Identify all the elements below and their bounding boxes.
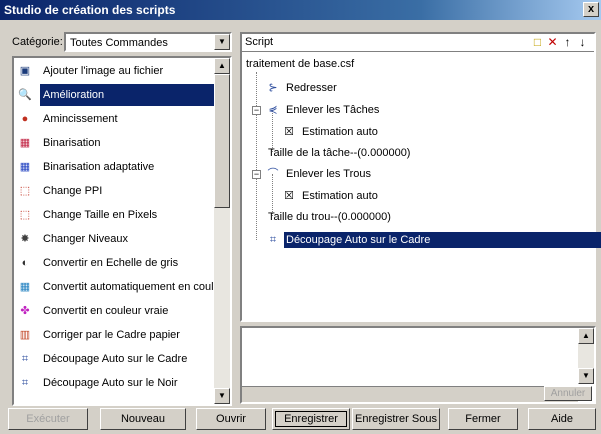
scroll-thumb[interactable] [214, 74, 230, 208]
window-title: Studio de création des scripts [4, 3, 176, 17]
command-item-label: Découpage Auto sur le Noir [43, 377, 178, 389]
command-item-label: Convertit automatiquement en couleur [43, 281, 230, 293]
grayscale-icon: ◐ [21, 257, 29, 269]
person-icon: ● [21, 113, 29, 125]
delete-icon[interactable]: ✕ [545, 35, 560, 49]
auto-crop-frame-icon: ⌗ [21, 353, 29, 365]
close-button[interactable]: Fermer [448, 408, 518, 430]
script-root-label: traitement de base.csf [246, 58, 355, 70]
close-icon[interactable]: x [583, 2, 599, 17]
script-header-label: Script [245, 36, 274, 48]
help-button[interactable]: Aide [528, 408, 596, 430]
resize-icon: ⬚ [19, 209, 31, 221]
hole-remove-icon: ⌒ [267, 168, 279, 180]
script-node-label: Redresser [286, 82, 337, 94]
command-item-label: Ajouter l'image au fichier [43, 65, 164, 77]
deskew-icon: ⊱ [268, 82, 278, 94]
command-item-label: Convertit en couleur vraie [43, 305, 169, 317]
despeckle-icon: ⋞ [268, 104, 278, 116]
auto-color-icon: ▦ [19, 281, 31, 293]
command-item-label: Convertir en Echelle de gris [43, 257, 179, 269]
checkbox-checked-icon: ☒ [284, 190, 294, 202]
binarize-icon: ▦ [19, 137, 31, 149]
add-image-icon: ▣ [19, 65, 31, 77]
description-hscrollbar[interactable] [242, 386, 578, 402]
command-item-label: Binarisation adaptative [43, 161, 155, 173]
command-item-label: Amincissement [43, 113, 118, 125]
save-button[interactable]: Enregistrer [272, 408, 350, 430]
auto-crop-black-icon: ⌗ [21, 377, 29, 389]
open-button[interactable]: Ouvrir [196, 408, 266, 430]
script-node-label: Estimation auto [302, 190, 378, 202]
levels-icon: ✸ [20, 233, 30, 245]
script-node-label: Enlever les Trous [286, 168, 371, 180]
collapse-icon[interactable]: − [252, 170, 261, 179]
command-item-label: Découpage Auto sur le Cadre [43, 353, 188, 365]
scroll-down-icon[interactable]: ▼ [214, 388, 230, 404]
auto-crop-frame-icon: ⌗ [269, 234, 277, 246]
script-node-label: Estimation auto [302, 126, 378, 138]
command-list-scrollbar[interactable]: ▲ ▼ [214, 58, 230, 404]
description-scrollbar[interactable]: ▲ ▼ [578, 328, 594, 384]
command-list[interactable]: ▣ Ajouter l'image au fichier 🔍 Amélioration… [12, 56, 232, 406]
frame-correct-icon: ▥ [19, 329, 31, 341]
move-up-icon[interactable]: ↑ [560, 35, 575, 49]
checkbox-checked-icon: ☒ [284, 126, 294, 138]
description-panel: ▲ ▼ Annuler [240, 326, 596, 404]
script-node-label: Découpage Auto sur le Cadre [284, 232, 601, 248]
command-item-label: Changer Niveaux [43, 233, 128, 245]
script-node-label: Taille du trou--(0.000000) [268, 211, 391, 223]
adaptive-binarize-icon: ▦ [19, 161, 31, 173]
category-label: Catégorie: [12, 36, 63, 48]
window-titlebar: Studio de création des scripts x [0, 0, 601, 20]
script-node-label: Enlever les Tâches [286, 104, 380, 116]
magnifier-icon: 🔍 [18, 89, 32, 101]
scroll-up-icon[interactable]: ▲ [578, 328, 594, 344]
tree-connector [256, 72, 257, 240]
script-node-label: Taille de la tâche--(0.000000) [268, 147, 411, 159]
command-item-label: Change PPI [43, 185, 103, 197]
chevron-down-icon[interactable]: ▼ [214, 34, 230, 50]
collapse-icon[interactable]: − [252, 106, 261, 115]
category-value: Toutes Commandes [70, 37, 168, 49]
script-header: Script □ ✕ ↑ ↓ [242, 34, 594, 52]
true-color-icon: ✤ [20, 305, 30, 317]
new-icon[interactable]: □ [530, 35, 545, 49]
save-as-button[interactable]: Enregistrer Sous [352, 408, 440, 430]
cancel-button[interactable]: Annuler [544, 386, 592, 401]
scroll-up-icon[interactable]: ▲ [214, 58, 230, 74]
command-item-label: Corriger par le Cadre papier [43, 329, 180, 341]
category-select[interactable]: Toutes Commandes ▼ [64, 32, 232, 52]
command-item-label: Change Taille en Pixels [43, 209, 158, 221]
scroll-down-icon[interactable]: ▼ [578, 368, 594, 384]
ppi-icon: ⬚ [19, 185, 31, 197]
new-button[interactable]: Nouveau [100, 408, 186, 430]
command-item-label: Amélioration [40, 84, 214, 106]
command-item-label: Binarisation [43, 137, 101, 149]
script-panel[interactable]: Script □ ✕ ↑ ↓ traitement de base.csf ⊱ Redre… [240, 32, 601, 322]
move-down-icon[interactable]: ↓ [575, 35, 590, 49]
execute-button[interactable]: Exécuter [8, 408, 88, 430]
